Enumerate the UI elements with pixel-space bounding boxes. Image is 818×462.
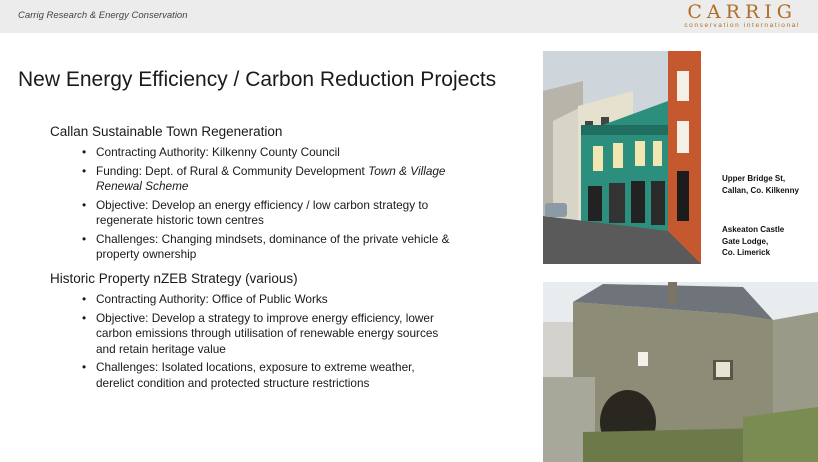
bullet-challenges: Challenges: Changing mindsets, dominance… xyxy=(80,232,450,263)
caption-line: Gate Lodge, xyxy=(722,236,769,246)
caption-askeaton: Askeaton Castle Gate Lodge, Co. Limerick xyxy=(722,224,784,259)
top-bar: Carrig Research & Energy Conservation CA… xyxy=(0,0,818,33)
bullet-objective: Objective: Develop a strategy to improve… xyxy=(80,311,450,358)
caption-line: Askeaton Castle xyxy=(722,225,785,234)
nzeb-bullet-list: Contracting Authority: Office of Public … xyxy=(80,292,450,394)
bullet-objective: Objective: Develop an energy efficiency … xyxy=(80,198,450,229)
logo-tagline: conservation international xyxy=(684,22,800,29)
caption-line: Co. Limerick xyxy=(722,248,771,257)
bullet-contracting-authority: Contracting Authority: Kilkenny County C… xyxy=(80,145,450,161)
caption-upper-bridge-st: Upper Bridge St, Callan, Co. Kilkenny xyxy=(722,173,799,196)
callan-bullet-list: Contracting Authority: Kilkenny County C… xyxy=(80,145,450,266)
bullet-contracting-authority: Contracting Authority: Office of Public … xyxy=(80,292,450,308)
logo-wordmark: CARRIG xyxy=(687,1,797,23)
caption-line: Upper Bridge St, xyxy=(722,174,786,183)
photo-upper-bridge-st xyxy=(543,51,701,264)
section-heading-callan: Callan Sustainable Town Regeneration xyxy=(50,124,283,139)
section-heading-nzeb: Historic Property nZEB Strategy (various… xyxy=(50,271,298,286)
company-name: Carrig Research & Energy Conservation xyxy=(18,10,188,21)
carrig-logo: CARRIG conservation international xyxy=(684,1,800,30)
bullet-funding: Funding: Dept. of Rural & Community Deve… xyxy=(80,164,450,195)
photo-askeaton-gate-lodge xyxy=(543,282,818,462)
caption-line: Callan, Co. Kilkenny xyxy=(722,185,799,195)
bullet-challenges: Challenges: Isolated locations, exposure… xyxy=(80,360,450,391)
slide-title: New Energy Efficiency / Carbon Reduction… xyxy=(18,68,497,91)
